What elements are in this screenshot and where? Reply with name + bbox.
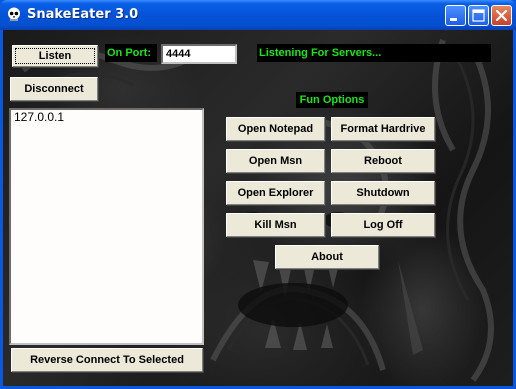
fun-options-heading: Fun Options bbox=[296, 92, 368, 108]
minimize-icon bbox=[450, 18, 457, 21]
client-list[interactable]: 127.0.0.1 bbox=[9, 108, 204, 345]
client-area: Listen On Port: 4444 Listening For Serve… bbox=[3, 30, 513, 386]
close-icon bbox=[495, 9, 508, 22]
port-label: On Port: bbox=[105, 44, 157, 62]
reboot-button[interactable]: Reboot bbox=[331, 149, 435, 173]
disconnect-button[interactable]: Disconnect bbox=[10, 77, 98, 101]
list-item[interactable]: 127.0.0.1 bbox=[11, 110, 202, 125]
window-title: SnakeEater 3.0 bbox=[27, 7, 139, 22]
app-window: SnakeEater 3.0 Listen On Port: 4444 List… bbox=[0, 0, 516, 389]
skull-icon bbox=[8, 7, 20, 21]
title-bar[interactable]: SnakeEater 3.0 bbox=[0, 0, 516, 30]
format-hardrive-button[interactable]: Format Hardrive bbox=[331, 117, 435, 141]
maximize-button[interactable] bbox=[468, 5, 489, 26]
shutdown-button[interactable]: Shutdown bbox=[331, 181, 435, 205]
listen-button[interactable]: Listen bbox=[12, 45, 98, 67]
status-label: Listening For Servers... bbox=[257, 44, 491, 62]
kill-msn-button[interactable]: Kill Msn bbox=[226, 213, 325, 237]
about-button[interactable]: About bbox=[275, 245, 379, 269]
minimize-button[interactable] bbox=[445, 5, 466, 26]
open-notepad-button[interactable]: Open Notepad bbox=[226, 117, 325, 141]
close-button[interactable] bbox=[491, 5, 512, 26]
open-explorer-button[interactable]: Open Explorer bbox=[226, 181, 325, 205]
log-off-button[interactable]: Log Off bbox=[331, 213, 435, 237]
maximize-icon bbox=[472, 9, 485, 22]
reverse-connect-button[interactable]: Reverse Connect To Selected bbox=[11, 348, 203, 372]
port-input[interactable]: 4444 bbox=[161, 44, 237, 64]
open-msn-button[interactable]: Open Msn bbox=[226, 149, 325, 173]
